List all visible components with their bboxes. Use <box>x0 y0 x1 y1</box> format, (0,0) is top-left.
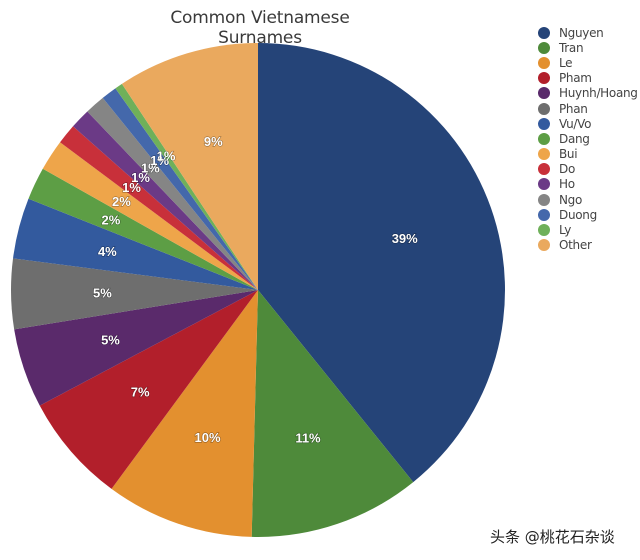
legend-swatch <box>538 56 550 69</box>
slice-label-le: 10% <box>195 430 221 445</box>
legend-label: Phan <box>559 101 588 116</box>
legend-item: Phan <box>538 101 638 116</box>
legend-swatch <box>538 132 550 145</box>
legend-item: Pham <box>538 71 638 86</box>
slice-label-pham: 7% <box>131 385 150 400</box>
legend-swatch <box>538 239 550 252</box>
legend-item: Tran <box>538 40 638 55</box>
legend-item: Ngo <box>538 192 638 207</box>
legend-label: Ho <box>559 177 575 192</box>
legend-label: Bui <box>559 147 578 162</box>
legend-label: Ngo <box>559 192 583 207</box>
slice-label-tran: 11% <box>295 430 321 445</box>
legend-swatch <box>538 224 550 237</box>
legend-swatch <box>538 87 550 100</box>
legend-label: Le <box>559 55 573 70</box>
legend-item: Do <box>538 162 638 177</box>
legend-swatch <box>538 193 550 206</box>
legend-item: Ly <box>538 222 638 237</box>
legend-swatch <box>538 26 550 39</box>
legend-item: Huynh/Hoang <box>538 86 638 101</box>
legend-item: Bui <box>538 147 638 162</box>
legend-label: Other <box>559 238 592 253</box>
legend-label: Vu/Vo <box>559 116 592 131</box>
legend-item: Vu/Vo <box>538 116 638 131</box>
legend-swatch <box>538 72 550 85</box>
legend-item: Nguyen <box>538 25 638 40</box>
legend-swatch <box>538 117 550 130</box>
legend-label: Ly <box>559 223 572 238</box>
legend-label: Pham <box>559 71 592 86</box>
legend-label: Do <box>559 162 575 177</box>
legend-swatch <box>538 178 550 191</box>
legend: Nguyen Tran Le Pham Huynh/Hoang Phan Vu/Vo Dang… <box>538 25 638 253</box>
legend-swatch <box>538 102 550 115</box>
legend-label: Tran <box>559 40 584 55</box>
legend-label: Huynh/Hoang <box>559 86 638 101</box>
legend-label: Nguyen <box>559 25 604 40</box>
legend-label: Dang <box>559 131 590 146</box>
legend-swatch <box>538 41 550 54</box>
slice-label-nguyen: 39% <box>392 231 418 246</box>
legend-item: Duong <box>538 207 638 222</box>
legend-swatch <box>538 163 550 176</box>
legend-item: Ho <box>538 177 638 192</box>
legend-swatch <box>538 148 550 161</box>
legend-swatch <box>538 208 550 221</box>
legend-item: Other <box>538 238 638 253</box>
slice-label-vu-vo: 4% <box>98 244 117 259</box>
slice-label-bui: 2% <box>112 194 131 209</box>
slice-label-dang: 2% <box>101 213 120 228</box>
slice-label-phan: 5% <box>93 285 112 300</box>
watermark: 头条 @桃花石杂谈 <box>490 528 615 546</box>
legend-label: Duong <box>559 207 597 222</box>
slice-label-huynh-hoang: 5% <box>101 333 120 348</box>
slice-label-other: 9% <box>204 134 223 149</box>
slice-label-ly: 1% <box>157 148 176 163</box>
legend-item: Le <box>538 55 638 70</box>
legend-item: Dang <box>538 131 638 146</box>
